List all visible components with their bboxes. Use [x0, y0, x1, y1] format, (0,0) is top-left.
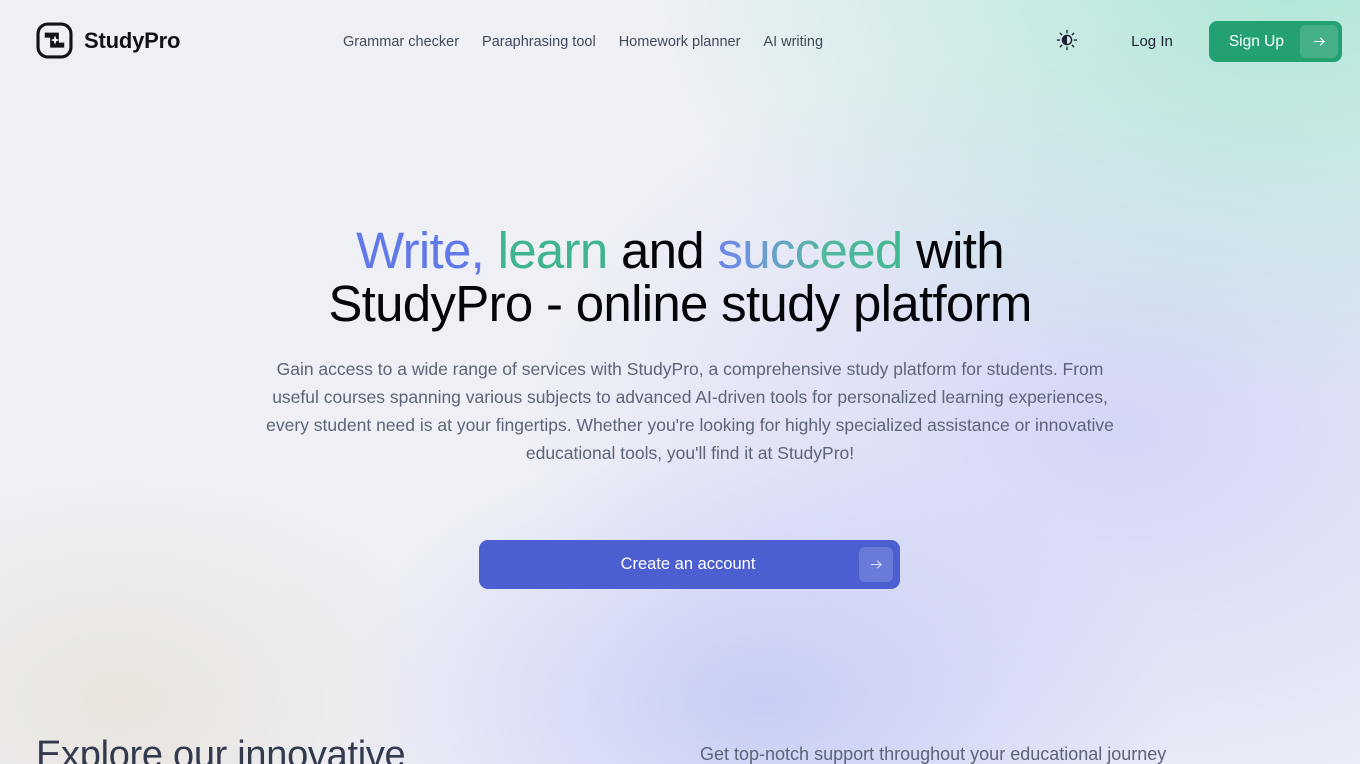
brand-name: StudyPro	[84, 27, 181, 53]
brand-logo-link[interactable]: StudyPro	[36, 22, 180, 59]
main-navigation: Grammar checker Paraphrasing tool Homewo…	[343, 32, 823, 52]
title-line-two: StudyPro - online study platform	[328, 275, 1032, 332]
title-word-write: Write,	[356, 222, 485, 279]
title-word-with: with	[916, 222, 1005, 279]
site-header: StudyPro Grammar checker Paraphrasing to…	[0, 0, 1360, 84]
nav-item-ai-writing[interactable]: AI writing	[763, 32, 823, 52]
nav-item-grammar-checker[interactable]: Grammar checker	[343, 32, 459, 52]
create-account-button-label: Create an account	[620, 555, 756, 574]
theme-toggle-button[interactable]	[1047, 22, 1087, 62]
arrow-right-icon	[1300, 25, 1338, 58]
create-account-button[interactable]: Create an account	[479, 540, 900, 589]
header-actions: Log In Sign Up	[1047, 21, 1342, 62]
features-section-tagline: Get top-notch support throughout your ed…	[700, 744, 1167, 764]
hero-subtitle: Gain access to a wide range of services …	[266, 359, 1114, 463]
sun-contrast-icon	[1056, 29, 1078, 54]
page-root: StudyPro Grammar checker Paraphrasing to…	[0, 0, 1360, 764]
title-word-succeed: succeed	[717, 222, 903, 279]
studypro-logo-icon	[36, 22, 73, 59]
nav-item-paraphrasing-tool[interactable]: Paraphrasing tool	[482, 32, 596, 52]
signup-button[interactable]: Sign Up	[1208, 21, 1342, 62]
arrow-right-icon	[859, 547, 893, 582]
title-word-and: and	[620, 222, 705, 279]
login-link[interactable]: Log In	[1109, 32, 1195, 52]
title-word-learn: learn	[497, 222, 609, 279]
nav-item-homework-planner[interactable]: Homework planner	[619, 32, 741, 52]
signup-button-label: Sign Up	[1228, 32, 1284, 50]
features-section-heading: Explore our innovative	[36, 734, 406, 764]
page-title: Write, learn and succeed with StudyPro - …	[180, 224, 1180, 330]
